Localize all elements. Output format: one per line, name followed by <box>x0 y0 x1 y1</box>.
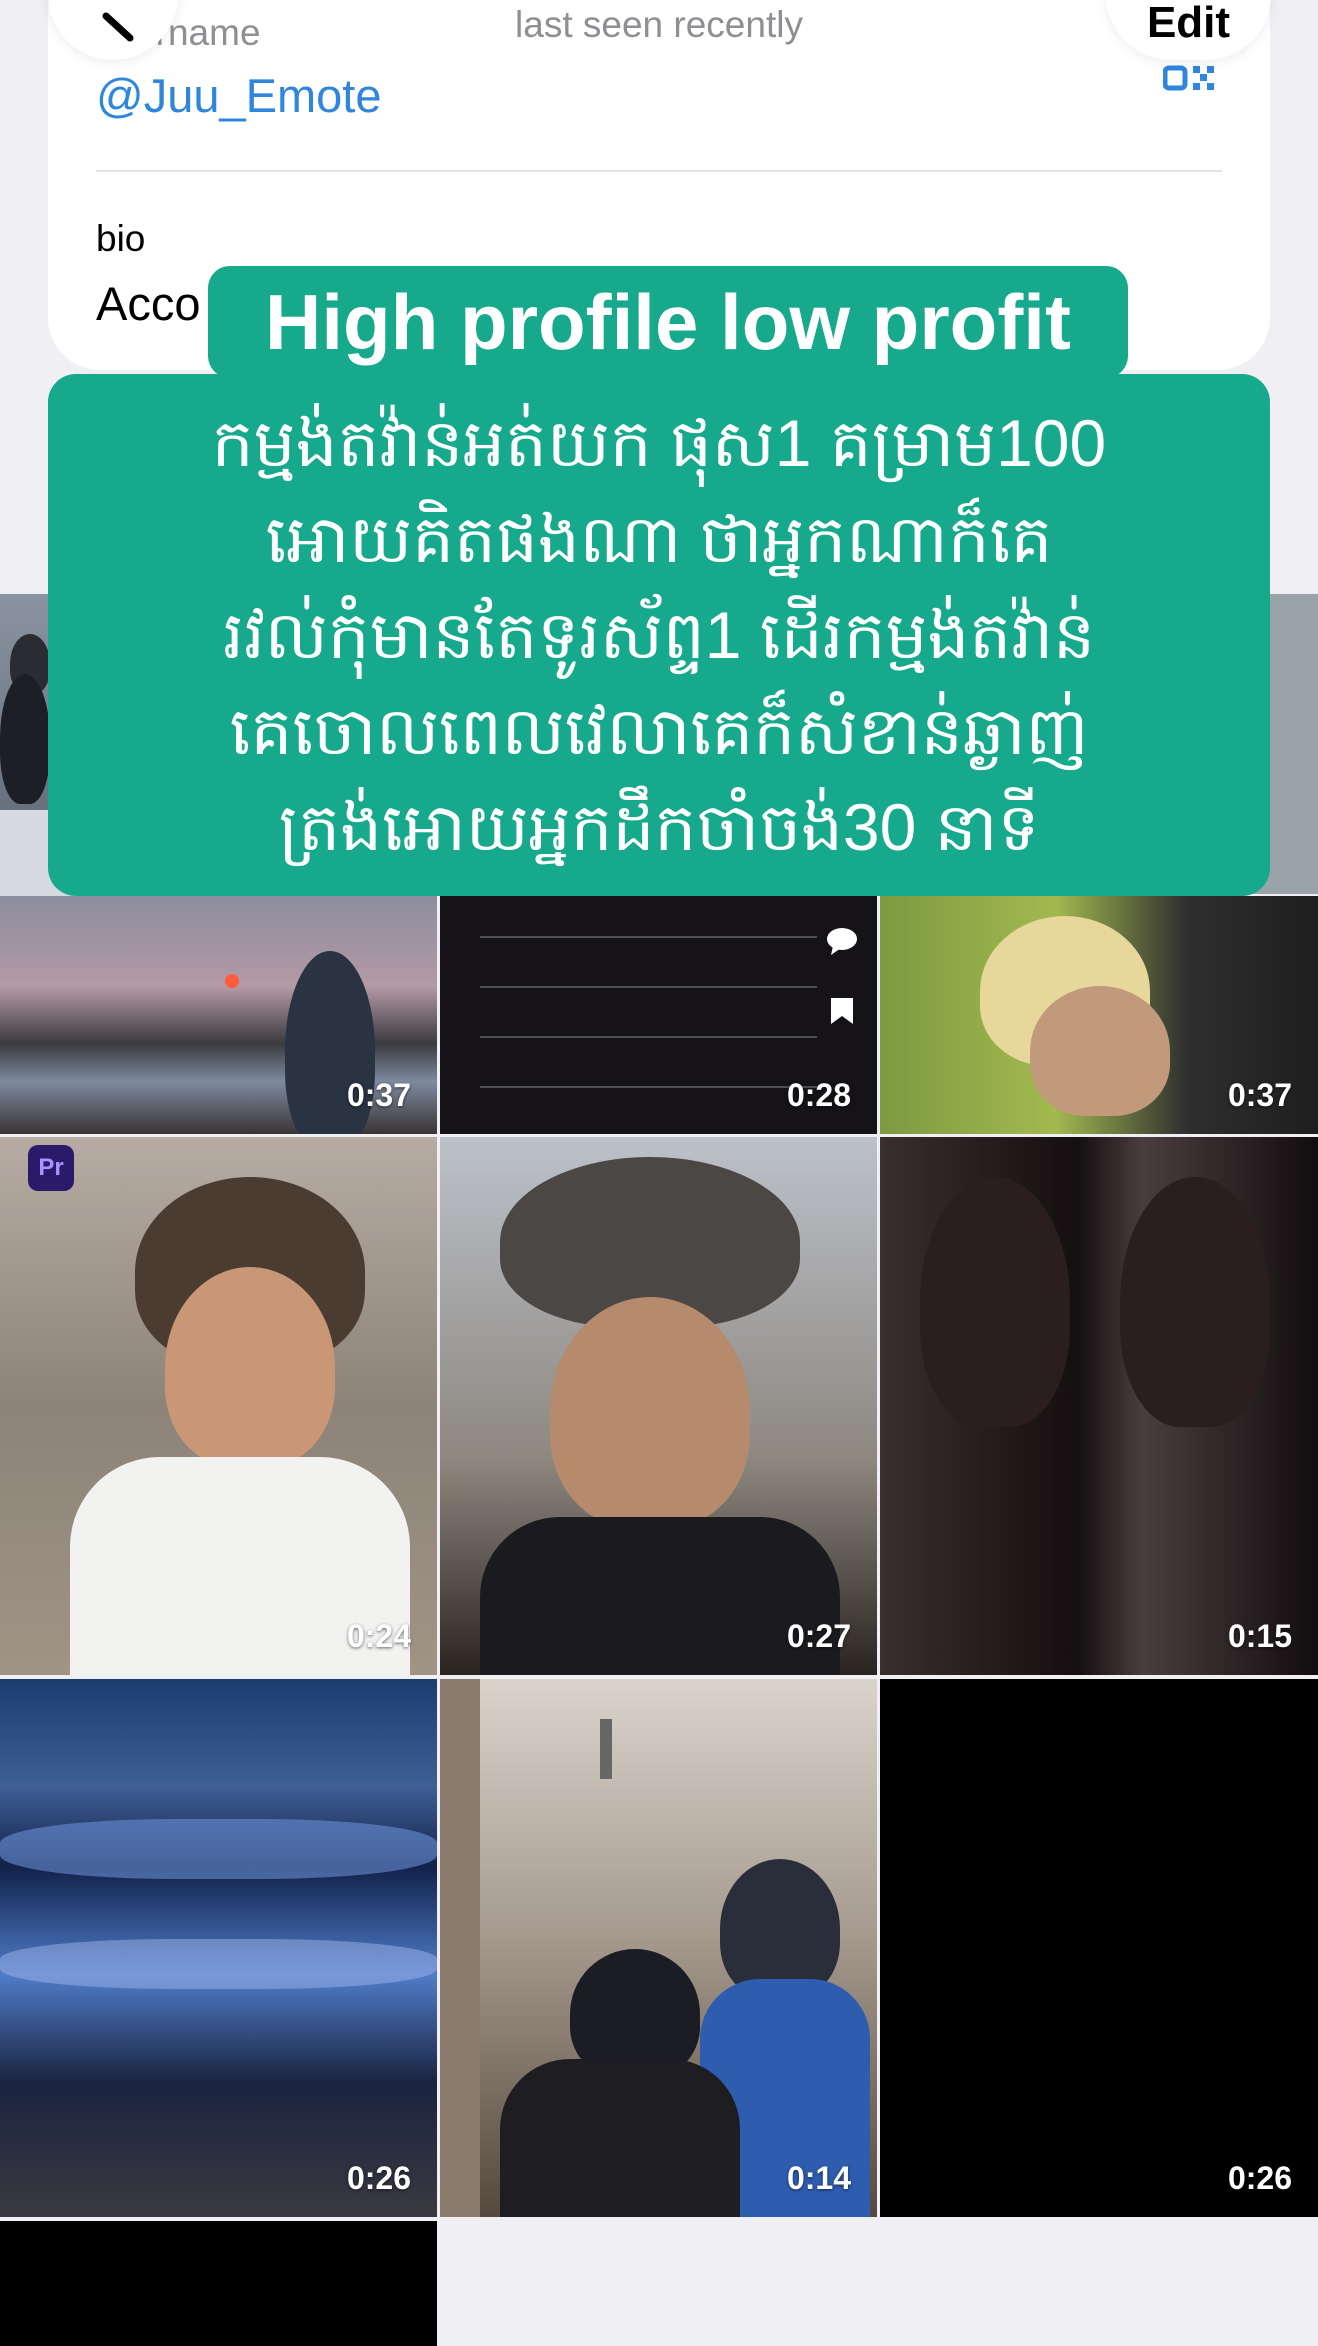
video-thumbnail[interactable]: 0:26 <box>880 1679 1318 2217</box>
keyboard-row <box>480 986 817 988</box>
hair <box>720 1859 840 1999</box>
bookmark-icon <box>825 996 859 1031</box>
video-thumbnail[interactable]: 0:37 <box>0 896 437 1134</box>
video-duration: 0:26 <box>346 2160 411 2196</box>
card-divider <box>96 170 1222 172</box>
username-link[interactable]: @Juu_Emote <box>96 68 381 123</box>
overlay-line: កម្មង់តវ៉ាន់អត់យក ផុស1 គម្រាម100 <box>211 406 1107 480</box>
video-duration: 0:24 <box>346 1618 411 1654</box>
overlay-text-block: កម្មង់តវ៉ាន់អត់យក ផុស1 គម្រាម100 អោយគិតផ… <box>48 374 1270 896</box>
cloud-band <box>0 1819 437 1879</box>
video-thumbnail[interactable]: 0:37 <box>880 896 1318 1134</box>
face-shadow <box>920 1177 1070 1427</box>
overlay-title: High profile low profit <box>208 266 1128 378</box>
keyboard-row <box>480 1036 817 1038</box>
video-duration: 0:26 <box>1227 2160 1292 2196</box>
video-thumbnail[interactable]: 0:14 <box>440 1679 877 2217</box>
video-duration: 0:37 <box>346 1077 411 1113</box>
video-duration: 0:27 <box>786 1618 851 1654</box>
video-thumbnail[interactable]: 0:28 <box>440 896 877 1134</box>
edit-button-label: Edit <box>1146 0 1231 47</box>
keyboard-row <box>480 936 817 938</box>
video-thumbnail[interactable]: 0:27 <box>440 1137 877 1675</box>
bio-label: bio <box>96 218 146 259</box>
video-thumbnail[interactable]: 0:26 <box>0 1679 437 2217</box>
ceiling-lamp <box>600 1719 612 1779</box>
face <box>1030 986 1170 1116</box>
face-shadow <box>1120 1177 1270 1427</box>
face <box>165 1267 335 1467</box>
video-duration: 0:37 <box>1227 1077 1292 1113</box>
video-duration: 0:14 <box>786 2160 851 2196</box>
comment-icon <box>825 926 859 961</box>
overlay-line: គេចោលពេលវេលាគេក៏សំខាន់ឆ្ងាញ់ <box>229 694 1089 768</box>
face <box>550 1297 750 1527</box>
person-silhouette <box>0 674 50 804</box>
overlay-line: រវល់កុំមានតែទូរស័ព្ទ1 ដើរកម្មង់តវ៉ាន់ <box>223 598 1095 672</box>
cloud-band <box>0 1939 437 1989</box>
bio-text: Acco <box>96 277 201 330</box>
video-thumbnail[interactable]: Pr 0:24 <box>0 1137 437 1675</box>
premiere-badge-icon: Pr <box>28 1145 74 1191</box>
video-thumbnail[interactable]: 0:15 <box>880 1137 1318 1675</box>
shelf <box>440 1679 480 2217</box>
black-shirt <box>500 2059 740 2217</box>
video-duration: 0:28 <box>786 1077 851 1113</box>
overlay-line: ត្រង់អោយអ្នកដឹកចាំចង់30 នាទី <box>278 790 1040 864</box>
qr-code-icon[interactable] <box>1162 62 1223 103</box>
sunset-sun <box>225 974 239 988</box>
video-thumbnail[interactable] <box>0 2221 437 2346</box>
video-duration: 0:15 <box>1227 1618 1292 1654</box>
overlay-line: អោយគិតផងណា ថាអ្នកណាក៏គេ <box>265 502 1053 576</box>
chevron-left-icon <box>102 12 134 42</box>
keyboard-row <box>480 1086 817 1088</box>
